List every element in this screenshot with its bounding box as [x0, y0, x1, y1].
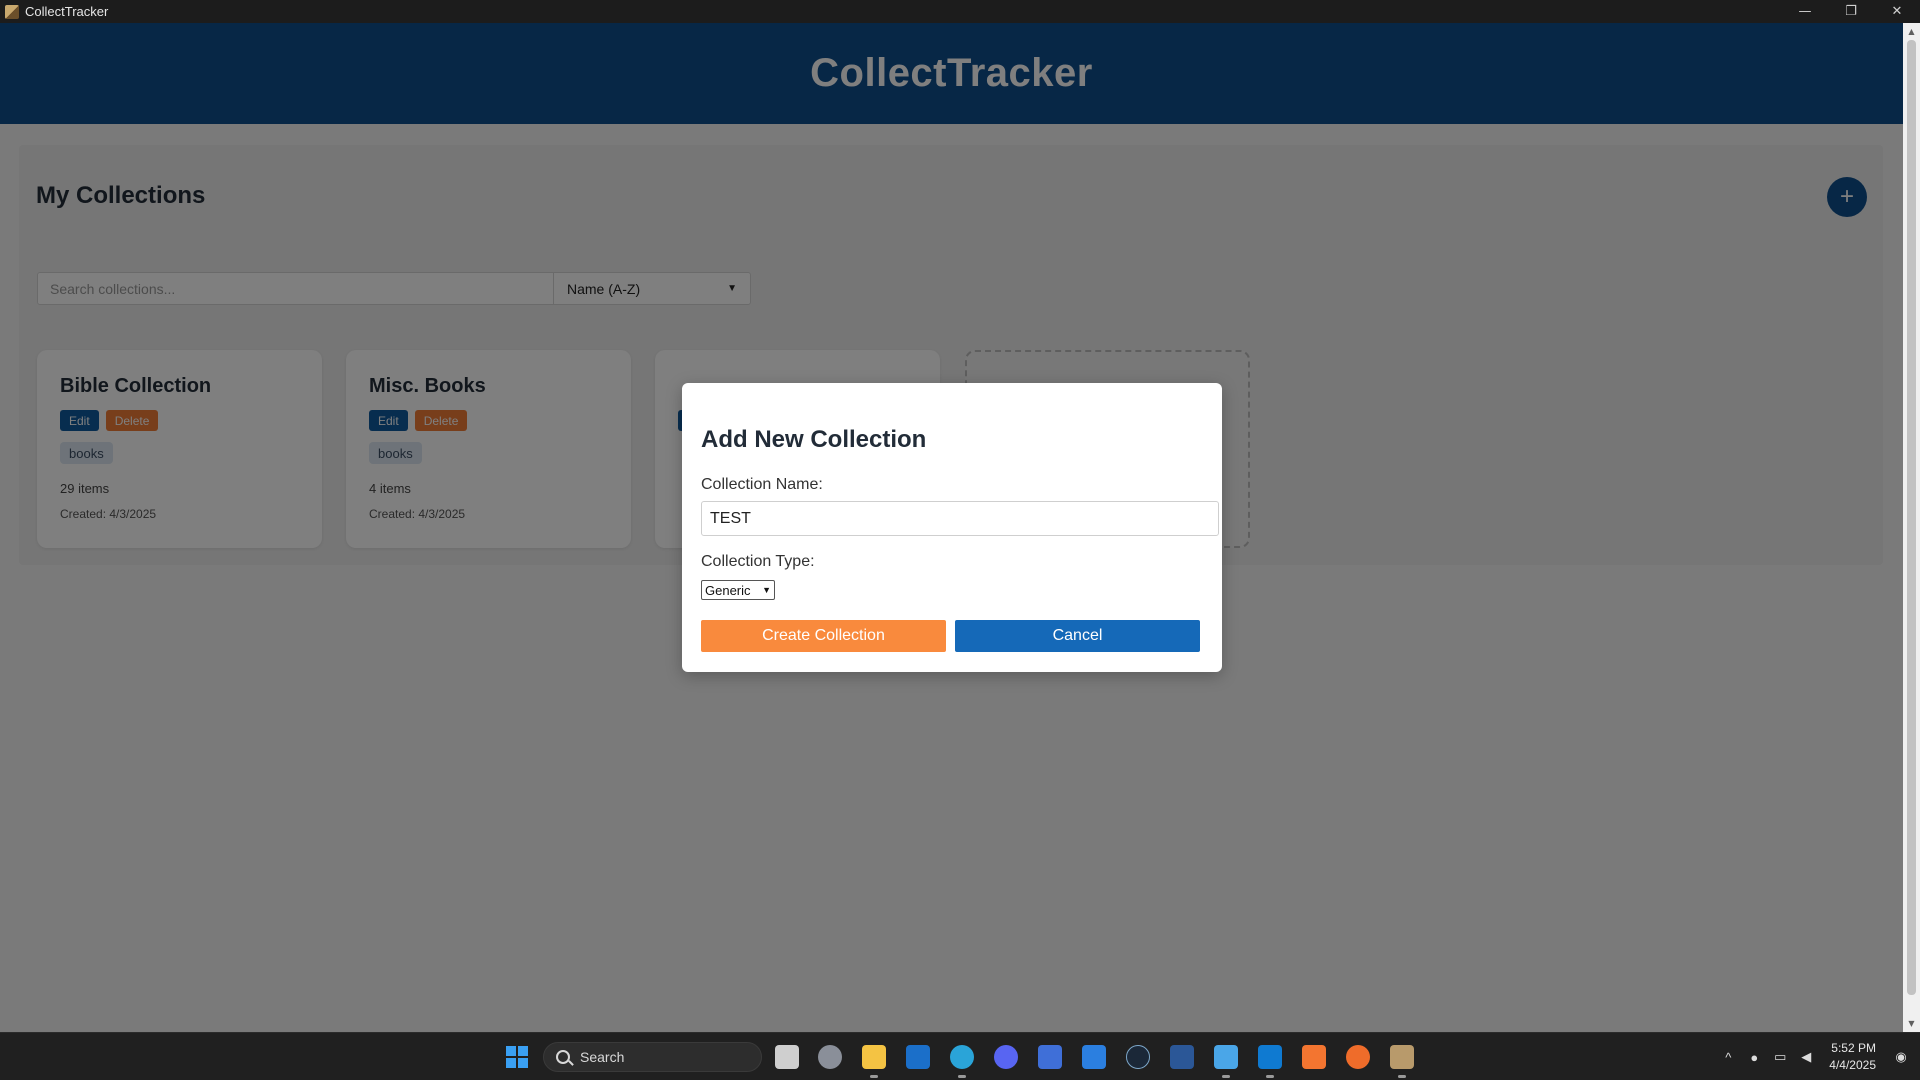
- collection-type-value: Generic: [705, 582, 751, 598]
- system-tray: ^ ● ▭ ◀ 5:52 PM 4/4/2025 ◉: [1715, 1033, 1920, 1080]
- discord-icon[interactable]: [994, 1045, 1018, 1069]
- close-window-button[interactable]: ✕: [1874, 0, 1920, 23]
- microphone-icon[interactable]: ●: [1741, 1050, 1767, 1065]
- bing-icon[interactable]: [1082, 1045, 1106, 1069]
- create-collection-button[interactable]: Create Collection: [701, 620, 946, 652]
- settings-icon[interactable]: [818, 1045, 842, 1069]
- collection-type-label: Collection Type:: [701, 553, 815, 570]
- windows-start-icon[interactable]: [506, 1046, 528, 1068]
- chevron-up-icon[interactable]: ^: [1715, 1050, 1741, 1065]
- collection-name-label: Collection Name:: [701, 476, 823, 493]
- steam-icon[interactable]: [1126, 1045, 1150, 1069]
- collecttracker-icon[interactable]: [1390, 1045, 1414, 1078]
- outlook-icon[interactable]: [906, 1045, 930, 1069]
- scroll-up-icon[interactable]: ▲: [1903, 23, 1920, 40]
- word-icon[interactable]: [1170, 1045, 1194, 1069]
- scrollbar-thumb[interactable]: [1907, 40, 1916, 995]
- taskbar: Search ^ ● ▭ ◀ 5:52 PM 4/4/2025 ◉: [0, 1032, 1920, 1080]
- file-explorer-icon[interactable]: [862, 1045, 886, 1078]
- vertical-scrollbar[interactable]: ▲ ▼: [1903, 23, 1920, 1032]
- taskbar-search-label: Search: [580, 1049, 625, 1065]
- restore-button[interactable]: ❐: [1828, 0, 1874, 23]
- collection-type-select[interactable]: Generic ▼: [701, 580, 775, 600]
- app-icon[interactable]: [1038, 1045, 1062, 1069]
- window-title: CollectTracker: [25, 4, 109, 19]
- clock-date: 4/4/2025: [1829, 1058, 1876, 1072]
- task-view-icon[interactable]: [775, 1045, 799, 1069]
- dialog-title: Add New Collection: [701, 426, 927, 453]
- notifications-icon[interactable]: ◉: [1888, 1049, 1914, 1065]
- add-collection-dialog: Add New Collection Collection Name: TEST…: [682, 383, 1222, 672]
- window-title-bar: CollectTracker — ❐ ✕: [0, 0, 1920, 23]
- volume-icon[interactable]: ◀: [1793, 1049, 1819, 1065]
- notepad-icon[interactable]: [1214, 1045, 1238, 1078]
- window-controls: — ❐ ✕: [1782, 0, 1920, 23]
- xampp-icon[interactable]: [1302, 1045, 1326, 1069]
- cancel-button[interactable]: Cancel: [955, 620, 1200, 652]
- network-icon[interactable]: ▭: [1767, 1049, 1793, 1065]
- clock-time: 5:52 PM: [1831, 1041, 1876, 1055]
- taskbar-search[interactable]: Search: [543, 1042, 762, 1072]
- clock[interactable]: 5:52 PM 4/4/2025: [1829, 1040, 1876, 1074]
- app-window-icon: [5, 4, 19, 19]
- vscode-icon[interactable]: [1258, 1045, 1282, 1078]
- collection-name-input[interactable]: TEST: [701, 501, 1219, 536]
- minimize-button[interactable]: —: [1782, 0, 1828, 23]
- chevron-down-icon: ▼: [762, 585, 771, 595]
- postman-icon[interactable]: [1346, 1045, 1370, 1069]
- edge-icon[interactable]: [950, 1045, 974, 1078]
- search-icon: [556, 1050, 570, 1064]
- scroll-down-icon[interactable]: ▼: [1903, 1015, 1920, 1032]
